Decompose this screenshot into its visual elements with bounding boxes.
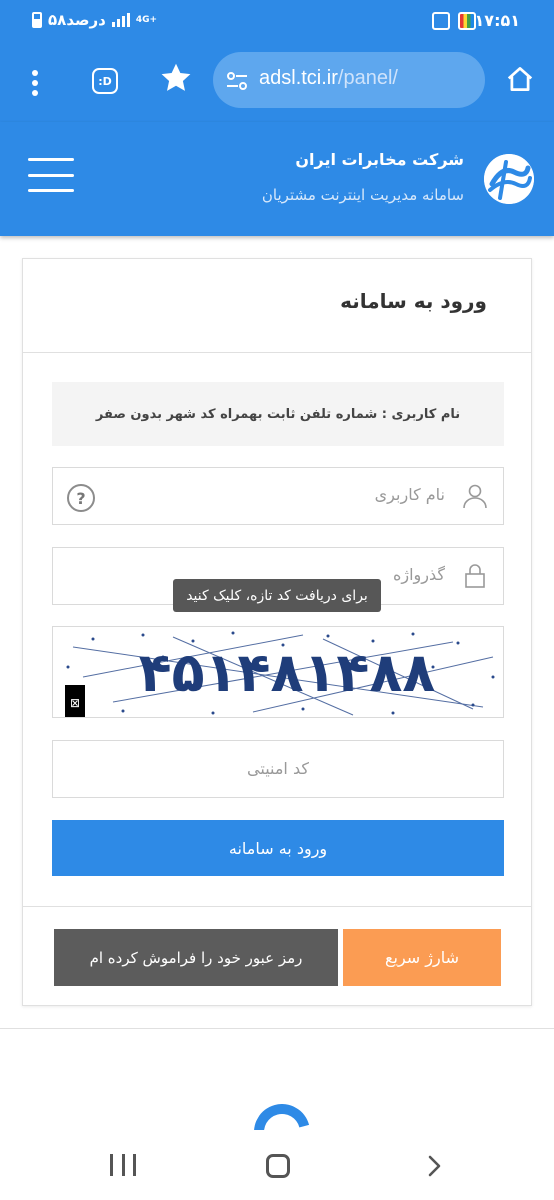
login-card: ورود به سامانه نام کاربری : شماره تلفن ث… <box>22 258 532 1006</box>
url-path: /panel/ <box>337 67 398 89</box>
site-header: شرکت مخابرات ایران سامانه مدیریت اینترنت… <box>0 122 554 236</box>
forgot-password-button[interactable]: رمز عبور خود را فراموش کرده ام <box>54 929 338 986</box>
system-navigation-bar <box>0 1130 554 1200</box>
address-bar[interactable]: adsl.tci.ir/panel/ <box>213 52 485 108</box>
captcha-text: ۴۵۱۴۸۱۴۸۸ <box>138 641 436 704</box>
gallery-notification-icon <box>432 12 450 30</box>
browser-toolbar: :D adsl.tci.ir/panel/ <box>0 44 554 122</box>
password-placeholder: گذرواژه <box>392 565 445 584</box>
username-notice: نام کاربری : شماره تلفن ثابت بهمراه کد ش… <box>52 382 504 446</box>
home-button-icon[interactable] <box>266 1154 290 1178</box>
security-code-placeholder: کد امنیتی <box>247 759 309 778</box>
signal-icon <box>111 13 130 27</box>
battery-icon <box>32 12 42 28</box>
home-icon[interactable] <box>505 64 535 94</box>
recents-icon[interactable] <box>110 1154 136 1176</box>
tci-logo-icon <box>484 154 534 204</box>
status-left: ۵۸درصد 4G+ <box>32 11 157 29</box>
captcha-tooltip: برای دریافت کد تازه، کلیک کنید <box>173 579 381 612</box>
site-settings-icon[interactable] <box>225 70 249 92</box>
extension-icon[interactable]: :D <box>92 68 118 94</box>
status-time: ۱۷:۵۱ <box>474 11 520 30</box>
star-icon[interactable] <box>158 60 194 96</box>
back-icon[interactable] <box>424 1154 444 1178</box>
page-separator <box>0 1028 554 1029</box>
hamburger-menu-icon[interactable] <box>28 158 74 192</box>
battery-text: ۵۸درصد <box>48 11 106 29</box>
url-host: adsl.tci.ir <box>259 67 338 89</box>
network-type: 4G+ <box>135 14 158 25</box>
site-subtitle: سامانه مدیریت اینترنت مشتریان <box>261 186 464 204</box>
login-submit-button[interactable]: ورود به سامانه <box>52 820 504 876</box>
lock-icon <box>465 564 485 588</box>
username-placeholder: نام کاربری <box>374 485 445 504</box>
login-title: ورود به سامانه <box>340 289 487 313</box>
card-divider-bottom <box>23 906 531 907</box>
captcha-refresh-icon[interactable]: ⊠ <box>65 685 85 717</box>
security-code-input[interactable]: کد امنیتی <box>52 740 504 798</box>
site-title: شرکت مخابرات ایران <box>295 150 464 169</box>
username-input[interactable]: نام کاربری ? <box>52 467 504 525</box>
menu-dots-icon[interactable] <box>24 66 46 100</box>
card-divider <box>23 352 531 353</box>
status-bar: ۵۸درصد 4G+ ۱۷:۵۱ <box>0 0 554 44</box>
user-icon <box>463 484 487 509</box>
help-icon[interactable]: ? <box>67 484 95 512</box>
captcha-image[interactable]: ۴۵۱۴۸۱۴۸۸ ⊠ <box>52 626 504 718</box>
quick-charge-button[interactable]: شارژ سریع <box>343 929 501 986</box>
tv-app-notification-icon <box>458 12 476 30</box>
url-text: adsl.tci.ir/panel/ <box>259 67 398 90</box>
status-notifications <box>432 12 476 30</box>
